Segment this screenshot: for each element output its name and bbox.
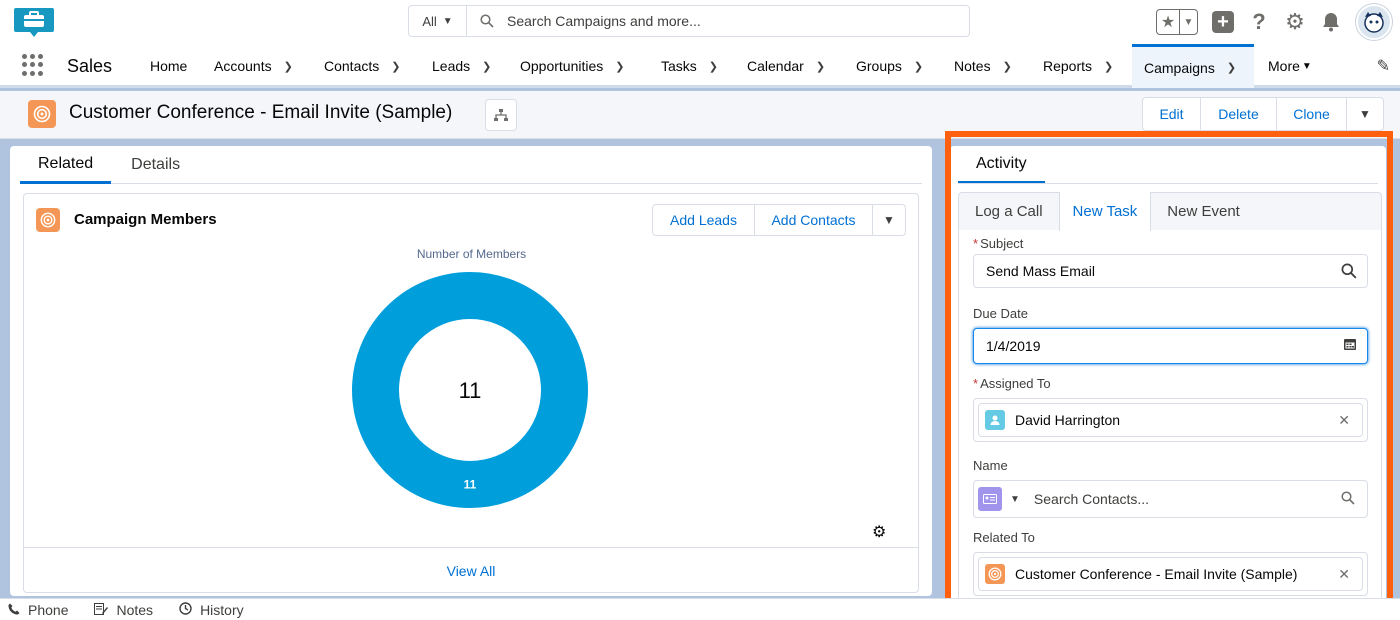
chevron-down-icon[interactable]: ❯ <box>709 60 718 73</box>
related-panel: Related Details Campaign Members Add Lea… <box>10 146 932 596</box>
chevron-down-icon[interactable]: ❯ <box>1003 60 1012 73</box>
donut-slice-label: 11 <box>464 478 477 492</box>
nav-item-more[interactable]: More ▼ <box>1268 44 1312 88</box>
help-icon[interactable]: ? <box>1248 9 1270 34</box>
nav-item-home[interactable]: Home <box>150 44 187 88</box>
utility-phone[interactable]: Phone <box>8 602 68 618</box>
view-all-link[interactable]: View All <box>24 547 918 593</box>
record-tabs: Related Details <box>20 146 922 184</box>
nav-item-label: Campaigns <box>1144 59 1215 76</box>
nav-item-calendar[interactable]: Calendar ❯ <box>747 44 825 88</box>
members-donut-chart[interactable]: 11 11 <box>352 272 592 512</box>
card-title[interactable]: Campaign Members <box>74 211 217 228</box>
history-clock-icon <box>179 601 192 618</box>
nav-item-contacts[interactable]: Contacts ❯ <box>324 44 400 88</box>
add-leads-button[interactable]: Add Leads <box>653 205 755 235</box>
app-launcher-icon[interactable] <box>22 54 44 76</box>
nav-item-label: Groups <box>856 58 902 74</box>
campaign-members-card: Campaign Members Add Leads Add Contacts … <box>23 193 919 593</box>
add-contacts-button[interactable]: Add Contacts <box>755 205 873 235</box>
nav-item-label: Contacts <box>324 58 380 74</box>
nav-item-label: Home <box>150 58 188 74</box>
chart-title: Number of Members <box>416 247 527 261</box>
utility-label: Phone <box>28 601 69 618</box>
hierarchy-icon[interactable] <box>485 99 517 131</box>
notifications-bell-icon[interactable] <box>1320 11 1342 33</box>
star-icon: ★ <box>1160 14 1176 31</box>
nav-item-reports[interactable]: Reports ❯ <box>1043 44 1113 88</box>
chevron-down-icon[interactable]: ❯ <box>816 60 825 73</box>
nav-item-label: Leads <box>432 58 471 74</box>
utility-bar: Phone Notes History <box>0 598 1400 620</box>
edit-button[interactable]: Edit <box>1143 98 1201 130</box>
chevron-down-icon[interactable]: ❯ <box>615 60 624 73</box>
chevron-down-icon[interactable]: ❯ <box>1227 61 1236 74</box>
nav-item-label: Calendar <box>747 58 804 74</box>
utility-label: Notes <box>116 601 154 618</box>
nav-item-accounts[interactable]: Accounts ❯ <box>214 44 293 88</box>
global-header: All ▼ Search Campaigns and more... ★ ▼ +… <box>0 0 1400 44</box>
global-search[interactable]: All ▼ Search Campaigns and more... <box>408 5 970 37</box>
edit-nav-pencil-icon[interactable]: ✎ <box>1377 56 1390 76</box>
more-actions-caret-icon[interactable]: ▼ <box>1347 98 1383 130</box>
caret-down-icon: ▼ <box>1301 60 1312 72</box>
nav-item-label: Notes <box>954 58 991 74</box>
search-scope-label: All <box>422 13 437 29</box>
nav-item-label: Accounts <box>214 58 272 74</box>
highlight-annotation-box <box>945 131 1393 614</box>
setup-gear-icon[interactable]: ⚙ <box>1284 9 1306 34</box>
nav-item-tasks[interactable]: Tasks ❯ <box>661 44 718 88</box>
nav-item-label: Opportunities <box>520 58 604 74</box>
chevron-down-icon[interactable]: ❯ <box>391 60 400 73</box>
utility-label: History <box>200 601 244 618</box>
caret-down-icon: ▼ <box>1179 10 1197 34</box>
global-actions-plus-icon[interactable]: + <box>1212 11 1234 33</box>
salesforce-logo-icon[interactable] <box>12 2 56 38</box>
notes-icon <box>94 602 109 618</box>
delete-button[interactable]: Delete <box>1201 98 1277 130</box>
chevron-down-icon[interactable]: ❯ <box>284 60 293 73</box>
campaign-icon <box>28 100 56 128</box>
chevron-down-icon[interactable]: ❯ <box>914 60 923 73</box>
nav-item-leads[interactable]: Leads ❯ <box>432 44 491 88</box>
card-action-buttons: Add Leads Add Contacts ▼ <box>652 204 906 236</box>
search-input[interactable]: Search Campaigns and more... <box>507 6 969 36</box>
user-avatar[interactable] <box>1356 4 1392 40</box>
nav-item-label: More <box>1268 58 1300 74</box>
card-menu-caret-icon[interactable]: ▼ <box>873 205 905 235</box>
tab-details[interactable]: Details <box>111 146 200 184</box>
nav-item-opportunities[interactable]: Opportunities ❯ <box>520 44 625 88</box>
chevron-down-icon[interactable]: ❯ <box>482 60 491 73</box>
search-scope-dropdown[interactable]: All ▼ <box>409 6 467 36</box>
app-navigation-bar: Sales Home Accounts ❯ Contacts ❯ Leads ❯ Op… <box>0 44 1400 88</box>
campaign-icon <box>36 208 60 232</box>
nav-item-label: Tasks <box>661 58 697 74</box>
nav-item-notes[interactable]: Notes ❯ <box>954 44 1012 88</box>
tab-related[interactable]: Related <box>20 146 112 184</box>
caret-down-icon: ▼ <box>442 15 453 27</box>
nav-item-groups[interactable]: Groups ❯ <box>856 44 923 88</box>
search-icon <box>467 6 507 36</box>
app-name: Sales <box>67 56 113 76</box>
utility-history[interactable]: History <box>179 602 244 618</box>
favorites-button[interactable]: ★ ▼ <box>1156 9 1198 35</box>
clone-button[interactable]: Clone <box>1277 98 1347 130</box>
nav-item-campaigns[interactable]: Campaigns ❯ <box>1132 44 1254 88</box>
donut-center-total: 11 <box>459 378 482 403</box>
record-action-buttons: Edit Delete Clone ▼ <box>1142 97 1384 131</box>
chevron-down-icon[interactable]: ❯ <box>1104 60 1113 73</box>
record-title: Customer Conference - Email Invite (Samp… <box>69 102 453 123</box>
chart-settings-gear-icon[interactable]: ⚙ <box>872 522 886 542</box>
phone-icon <box>8 602 20 618</box>
utility-notes[interactable]: Notes <box>94 602 153 618</box>
nav-item-label: Reports <box>1043 58 1093 74</box>
